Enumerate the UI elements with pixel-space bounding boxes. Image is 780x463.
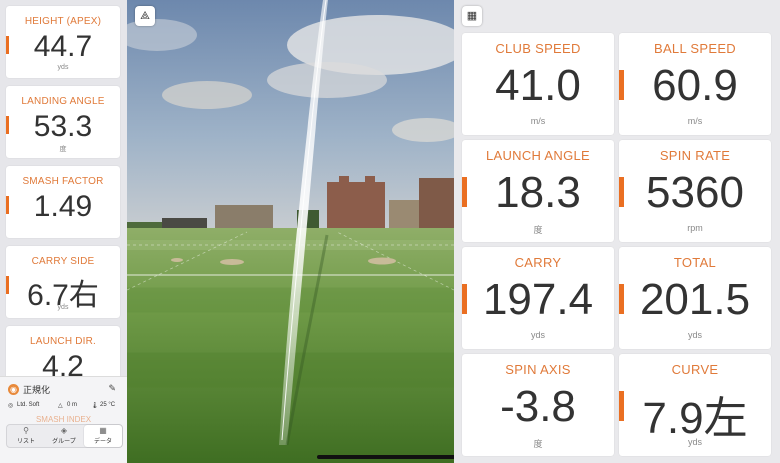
ball-icon: ◎	[8, 403, 14, 409]
metric-value: 44.7	[33, 30, 93, 63]
normalize-badge-icon: ◉	[8, 384, 19, 395]
course-3d-view[interactable]: ⟁	[127, 0, 454, 463]
metric-title: LAUNCH DIR.	[29, 336, 97, 347]
layout-grid-button[interactable]: ▦	[462, 6, 482, 26]
metric-value: 53.3	[33, 110, 93, 143]
metric-title: LAUNCH ANGLE	[485, 148, 591, 163]
tree	[127, 222, 162, 229]
conditions-row: ◎ Ltd. Soft △ 0 m 🌡 25 °C	[8, 402, 123, 412]
course-scene	[127, 0, 454, 463]
ball-type: Ltd. Soft	[17, 402, 40, 408]
metric-title: SMASH FACTOR	[22, 176, 104, 187]
normalize-label: 正規化	[23, 385, 51, 395]
metric-title: CARRY SIDE	[31, 256, 95, 267]
building	[365, 176, 375, 184]
cloud	[267, 62, 387, 98]
view-tab-bar: ⚲ リスト ◈ グループ ▦ データ	[6, 424, 123, 448]
metric-title: LANDING ANGLE	[21, 96, 105, 107]
metric-card-ball-speed[interactable]: BALL SPEED 60.9 m/s	[619, 33, 771, 135]
edit-pencil-icon[interactable]: ✎	[108, 383, 116, 394]
cloud	[162, 81, 252, 109]
tab-label: リスト	[16, 439, 35, 445]
bunker	[220, 259, 244, 265]
metric-card-carry[interactable]: CARRY 197.4 yds	[462, 247, 614, 349]
building	[339, 176, 349, 184]
conditions-panel: ◉ 正規化 ✎ ◎ Ltd. Soft △ 0 m 🌡 25 °C SMASH …	[0, 376, 127, 463]
tab-label: データ	[93, 439, 112, 445]
metric-title: HEIGHT (APEX)	[24, 16, 102, 27]
metric-unit: 度	[533, 225, 543, 235]
temperature-value: 25 °C	[100, 402, 116, 408]
metric-card-smash-factor[interactable]: SMASH FACTOR 1.49	[6, 166, 120, 238]
thermometer-icon: 🌡	[91, 403, 99, 409]
metric-card-spin-rate[interactable]: SPIN RATE 5360 rpm	[619, 140, 771, 242]
metric-title: CURVE	[671, 362, 719, 377]
normalize-row[interactable]: ◉ 正規化 ✎	[8, 383, 120, 397]
metric-unit: rpm	[687, 223, 703, 233]
altitude-icon: △	[58, 403, 63, 409]
building	[327, 182, 385, 228]
metric-value: 60.9	[652, 61, 738, 110]
metric-title: CLUB SPEED	[495, 41, 581, 56]
metric-unit: yds	[530, 330, 545, 340]
metric-unit: m/s	[530, 116, 546, 126]
metric-value: 41.0	[495, 61, 581, 110]
metric-value: 1.49	[33, 190, 93, 223]
metric-unit: yds	[687, 330, 702, 340]
building	[162, 218, 207, 228]
metric-unit: yds	[57, 304, 69, 311]
camera-view-button[interactable]: ⟁	[135, 6, 155, 26]
metric-title: TOTAL	[673, 255, 717, 270]
metric-unit: 度	[59, 146, 67, 153]
metric-value: 197.4	[482, 275, 594, 324]
altitude-value: 0 m	[67, 402, 78, 408]
club-icon: ⚲	[23, 426, 29, 435]
metric-value: 5360	[646, 168, 744, 217]
metric-card-carry-side[interactable]: CARRY SIDE 6.7右 yds	[6, 246, 120, 318]
metric-title: BALL SPEED	[653, 41, 736, 56]
tab-list[interactable]: ⚲ リスト	[7, 425, 45, 447]
metric-unit: 度	[533, 439, 543, 449]
metric-title: SPIN RATE	[659, 148, 731, 163]
building	[215, 205, 273, 228]
metric-card-launch-angle[interactable]: LAUNCH ANGLE 18.3 度	[462, 140, 614, 242]
building	[389, 200, 419, 228]
layout-grid-icon: ▦	[466, 10, 478, 22]
metric-value: 201.5	[639, 275, 751, 324]
smash-index-peek-title: SMASH INDEX	[35, 415, 92, 424]
tab-group[interactable]: ◈ グループ	[45, 425, 83, 447]
bunker	[171, 258, 183, 262]
metric-unit: yds	[57, 64, 69, 71]
tab-label: グループ	[52, 439, 76, 445]
metric-card-club-speed[interactable]: CLUB SPEED 41.0 m/s	[462, 33, 614, 135]
bunker	[368, 257, 396, 265]
metric-value: 18.3	[495, 168, 581, 217]
metric-card-total[interactable]: TOTAL 201.5 yds	[619, 247, 771, 349]
metric-title: CARRY	[514, 255, 562, 270]
tab-data[interactable]: ▦ データ	[84, 425, 122, 447]
metric-card-height-apex[interactable]: HEIGHT (APEX) 44.7 yds	[6, 6, 120, 78]
metric-card-curve[interactable]: CURVE 7.9左 yds	[619, 354, 771, 456]
tag-icon: ◈	[60, 426, 68, 435]
right-metrics-grid: ▦ CLUB SPEED 41.0 m/s BALL SPEED 60.9 m/…	[454, 0, 780, 463]
metric-card-spin-axis[interactable]: SPIN AXIS -3.8 度	[462, 354, 614, 456]
metric-unit: m/s	[687, 116, 703, 126]
camera-angle-icon: ⟁	[140, 10, 150, 22]
home-indicator[interactable]	[317, 455, 454, 459]
building	[419, 178, 454, 228]
data-grid-icon: ▦	[99, 426, 107, 435]
metric-card-landing-angle[interactable]: LANDING ANGLE 53.3 度	[6, 86, 120, 158]
metric-unit: yds	[687, 437, 702, 447]
left-metrics-column: HEIGHT (APEX) 44.7 yds LANDING ANGLE 53.…	[0, 0, 127, 463]
metric-title: SPIN AXIS	[505, 362, 571, 377]
metric-value: -3.8	[500, 382, 576, 431]
